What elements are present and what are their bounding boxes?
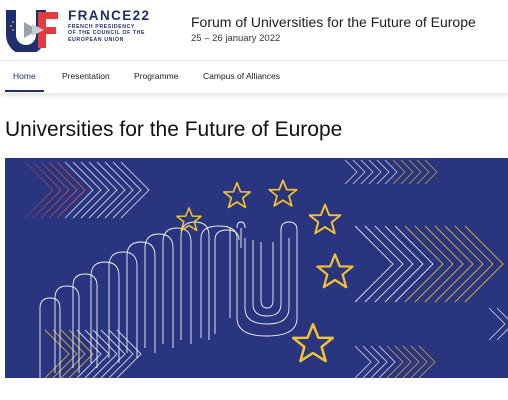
logo-wordmark: FRANCE22 French Presidency of the Counci… bbox=[68, 8, 178, 43]
nav-item-campus-of-alliances[interactable]: Campus of Alliances bbox=[203, 61, 280, 92]
hero-banner bbox=[5, 158, 508, 378]
event-date: 25 – 26 january 2022 bbox=[191, 33, 281, 44]
page-title: Universities for the Future of Europe bbox=[5, 118, 343, 141]
logo-title: FRANCE22 bbox=[68, 8, 151, 23]
nav-item-presentation[interactable]: Presentation bbox=[62, 61, 110, 92]
main-nav: Home Presentation Programme Campus of Al… bbox=[0, 60, 508, 93]
nav-item-programme[interactable]: Programme bbox=[134, 61, 178, 92]
nav-item-home[interactable]: Home bbox=[5, 61, 44, 92]
logo-subtitle-line: European Union bbox=[68, 36, 124, 43]
event-title: Forum of Universities for the Future of … bbox=[191, 14, 476, 30]
france22-logo-icon[interactable] bbox=[4, 8, 60, 52]
site-header: FRANCE22 French Presidency of the Counci… bbox=[0, 0, 508, 60]
hero-illustration bbox=[5, 158, 508, 378]
